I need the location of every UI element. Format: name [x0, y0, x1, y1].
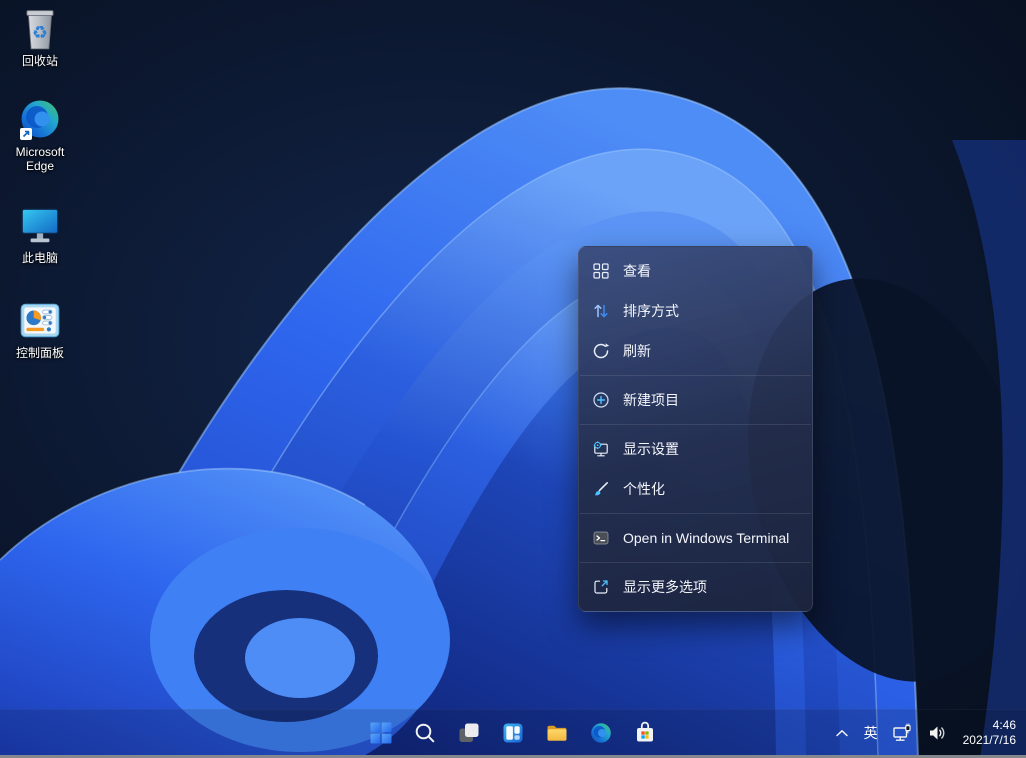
menu-item-refresh[interactable]: 刷新 [579, 331, 812, 371]
desktop-icon-label: 控制面板 [16, 346, 64, 360]
menu-item-label: 新建项目 [623, 390, 679, 410]
volume-icon [926, 722, 948, 744]
language-label: 英 [864, 723, 878, 743]
folder-icon [545, 721, 569, 745]
task-view-button[interactable] [447, 713, 491, 753]
language-indicator[interactable]: 英 [858, 715, 884, 751]
store-icon [633, 721, 657, 745]
menu-item-label: 个性化 [623, 479, 665, 499]
widgets-button[interactable] [491, 713, 535, 753]
refresh-icon [591, 341, 611, 361]
recycle-bin-icon: ♻ [17, 6, 63, 52]
new-item-icon [591, 390, 611, 410]
menu-item-new-item[interactable]: 新建项目 [579, 380, 812, 420]
menu-item-personalize[interactable]: 个性化 [579, 469, 812, 509]
search-icon [413, 721, 437, 745]
more-options-icon [591, 577, 611, 597]
desktop-icon-label: 回收站 [22, 54, 58, 68]
display-settings-icon [591, 439, 611, 459]
menu-item-show-more-options[interactable]: 显示更多选项 [579, 567, 812, 607]
clock-time: 4:46 [963, 718, 1016, 733]
menu-item-label: 排序方式 [623, 301, 679, 321]
menu-separator [580, 562, 811, 563]
desktop-icon-recycle-bin[interactable]: ♻ 回收站 [4, 6, 76, 68]
menu-item-sort-by[interactable]: 排序方式 [579, 291, 812, 331]
desktop: ♻ 回收站 Microsoft Edge [0, 0, 1026, 758]
view-grid-icon [591, 261, 611, 281]
svg-text:♻: ♻ [32, 23, 48, 43]
terminal-icon [591, 528, 611, 548]
menu-separator [580, 375, 811, 376]
desktop-icon-this-pc[interactable]: 此电脑 [4, 203, 76, 265]
network-button[interactable] [885, 715, 919, 751]
taskbar-clock[interactable]: 4:46 2021/7/16 [963, 718, 1016, 748]
menu-item-label: 查看 [623, 261, 651, 281]
volume-button[interactable] [920, 715, 954, 751]
menu-item-label: 显示更多选项 [623, 577, 707, 597]
menu-separator [580, 424, 811, 425]
desktop-icon-label: 此电脑 [22, 251, 58, 265]
edge-icon [17, 97, 63, 143]
start-button[interactable] [359, 713, 403, 753]
menu-separator [580, 513, 811, 514]
menu-item-label: 刷新 [623, 341, 651, 361]
context-menu: 查看 排序方式 刷新 [578, 246, 813, 612]
taskbar-system-tray: 英 4:46 2021/7/16 [827, 712, 1026, 753]
desktop-icon-label: Microsoft Edge [4, 145, 76, 173]
personalize-icon [591, 479, 611, 499]
file-explorer-button[interactable] [535, 713, 579, 753]
menu-item-view[interactable]: 查看 [579, 251, 812, 291]
taskbar: 英 4:46 2021/7/16 [0, 709, 1026, 755]
desktop-icon-edge[interactable]: Microsoft Edge [4, 97, 76, 173]
this-pc-icon [17, 203, 63, 249]
widgets-icon [501, 721, 525, 745]
chevron-up-icon [833, 724, 851, 742]
control-panel-icon [17, 298, 63, 344]
windows-start-icon [369, 721, 393, 745]
clock-date: 2021/7/16 [963, 733, 1016, 748]
edge-icon [589, 721, 613, 745]
edge-button[interactable] [579, 713, 623, 753]
task-view-icon [457, 721, 481, 745]
menu-item-open-in-windows-terminal[interactable]: Open in Windows Terminal [579, 518, 812, 558]
taskbar-center-buttons [359, 712, 667, 753]
network-icon [891, 722, 913, 744]
show-hidden-icons-button[interactable] [827, 715, 857, 751]
menu-item-label: 显示设置 [623, 439, 679, 459]
wallpaper [0, 0, 1026, 758]
store-button[interactable] [623, 713, 667, 753]
menu-item-display-settings[interactable]: 显示设置 [579, 429, 812, 469]
sort-icon [591, 301, 611, 321]
desktop-icon-control-panel[interactable]: 控制面板 [4, 298, 76, 360]
search-button[interactable] [403, 713, 447, 753]
menu-item-label: Open in Windows Terminal [623, 530, 789, 546]
